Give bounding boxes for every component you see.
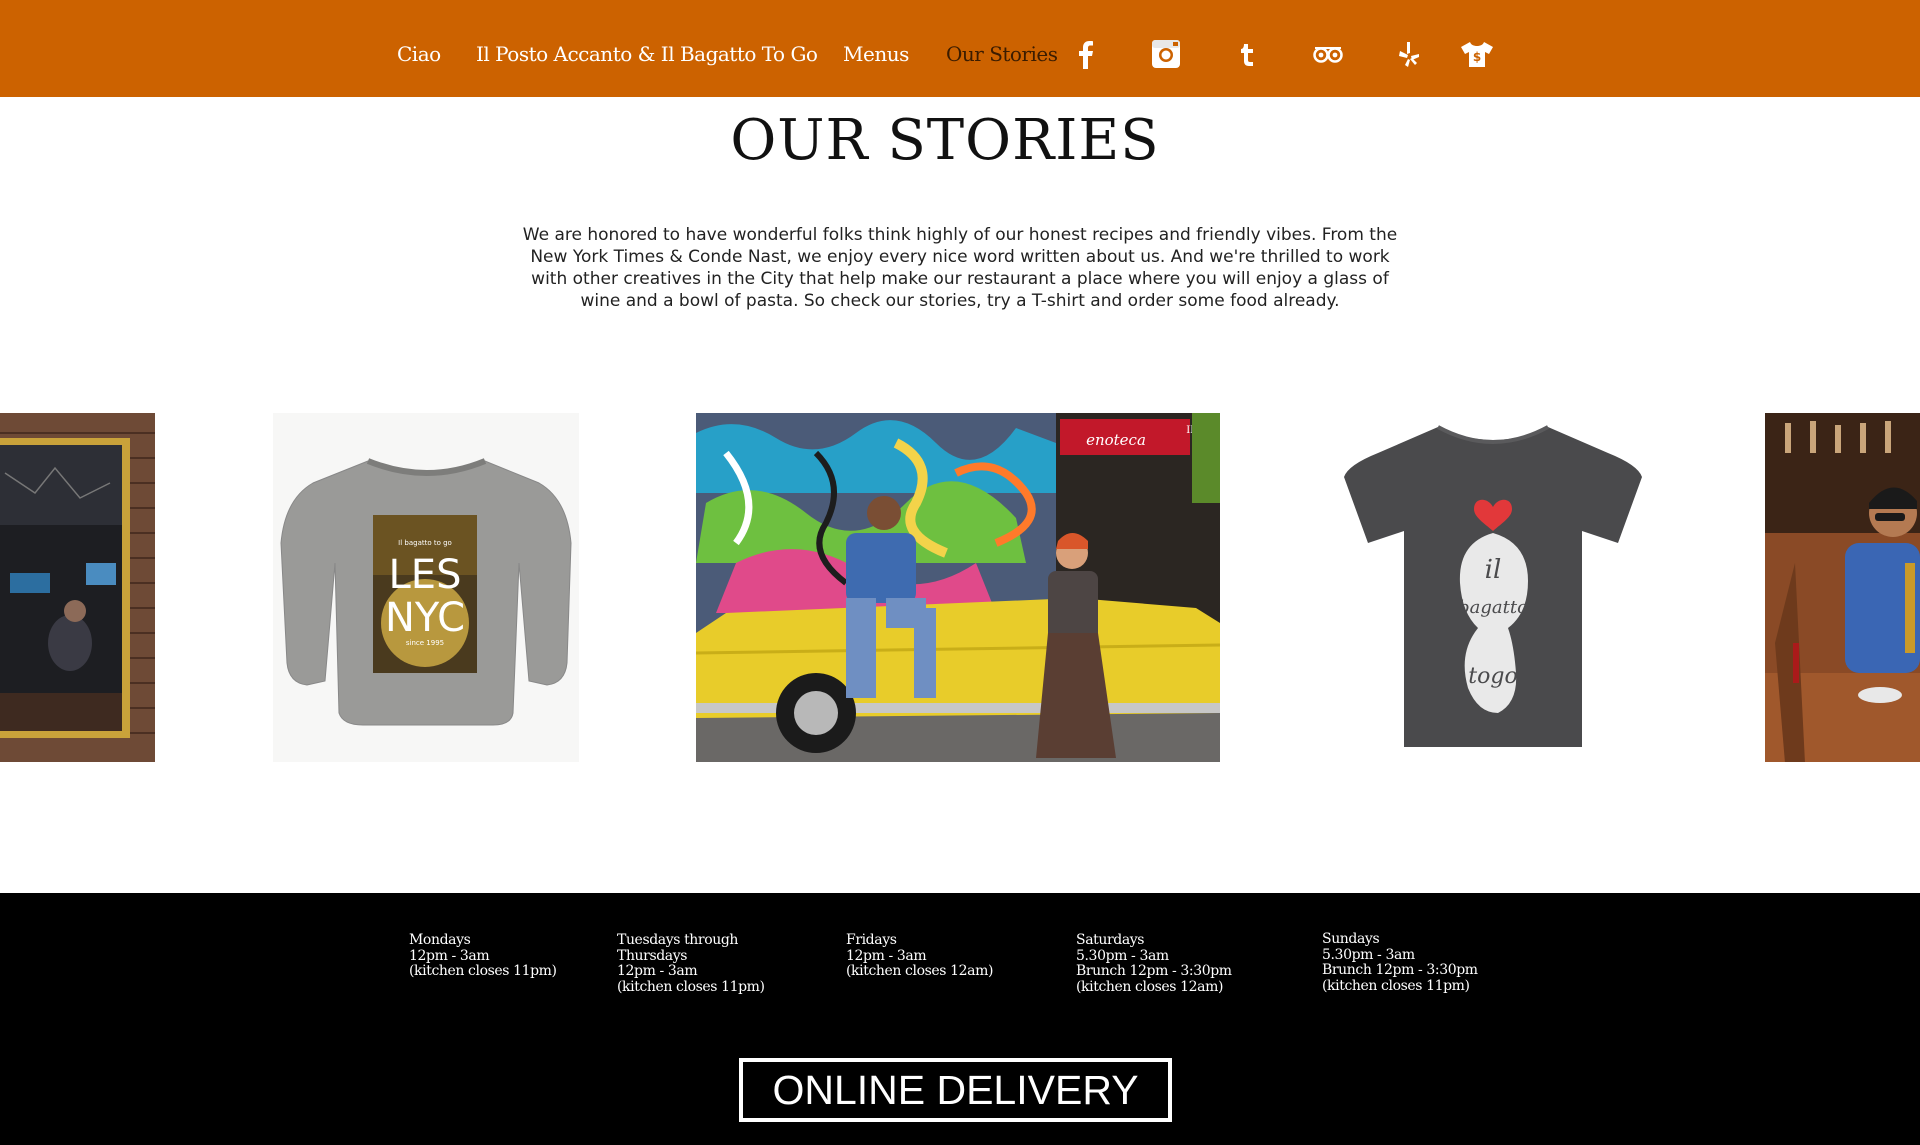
awning-text: enoteca — [1086, 431, 1146, 449]
nav-link-il-posto-accanto[interactable]: Il Posto Accanto & Il Bagatto To Go — [476, 40, 818, 68]
footer: Mondays 12pm - 3am (kitchen closes 11pm)… — [0, 893, 1920, 1145]
hours-day: Saturdays — [1076, 932, 1145, 948]
hours-saturdays: Saturdays 5.30pm - 3am Brunch 12pm - 3:3… — [1076, 932, 1232, 995]
tripadvisor-icon[interactable] — [1311, 37, 1345, 71]
svg-text:$: $ — [1473, 50, 1481, 64]
hours-fridays: Fridays 12pm - 3am (kitchen closes 12am) — [846, 932, 994, 980]
facebook-icon[interactable] — [1068, 37, 1102, 71]
instagram-icon[interactable] — [1149, 37, 1183, 71]
hours-line: Thursdays — [617, 947, 688, 964]
sweatshirt-les-text: LES — [389, 552, 462, 598]
nav-link-our-stories[interactable]: Our Stories — [946, 40, 1058, 68]
yelp-icon[interactable] — [1392, 37, 1426, 71]
hours-line: 5.30pm - 3am — [1322, 946, 1415, 963]
nav-link-menus[interactable]: Menus — [843, 40, 909, 68]
tshirt-shop-icon[interactable]: $ — [1460, 37, 1494, 71]
hours-line: Brunch 12pm - 3:30pm — [1322, 962, 1478, 979]
hours-line: 12pm - 3am — [617, 963, 698, 980]
online-delivery-button[interactable]: ONLINE DELIVERY — [739, 1058, 1172, 1122]
hours-line: 12pm - 3am — [409, 947, 490, 964]
stories-gallery: Il bagatto to go LES NYC since 1995 enot… — [0, 413, 1920, 762]
hours-sundays: Sundays 5.30pm - 3am Brunch 12pm - 3:30p… — [1322, 931, 1478, 994]
page-title: OUR STORIES — [730, 108, 1160, 173]
intro-text: We are honored to have wonderful folks t… — [522, 225, 1398, 311]
hours-line: (kitchen closes 11pm) — [409, 963, 557, 980]
tshirt-il-text: il — [1485, 555, 1502, 585]
hours-line: 5.30pm - 3am — [1076, 947, 1169, 964]
gallery-image-sweatshirt[interactable]: Il bagatto to go LES NYC since 1995 — [273, 413, 579, 762]
hours-line: (kitchen closes 12am) — [1076, 978, 1224, 995]
tshirt-bagatto-text: bagatto — [1458, 597, 1528, 618]
hours-line: (kitchen closes 11pm) — [617, 978, 765, 995]
tumblr-icon[interactable] — [1230, 37, 1264, 71]
hours-line: 12pm - 3am — [846, 947, 927, 964]
hours-day: Fridays — [846, 932, 897, 948]
sweatshirt-small-text: Il bagatto to go — [398, 539, 452, 547]
nav-link-ciao[interactable]: Ciao — [397, 40, 441, 68]
gallery-image-owners-yellow-car[interactable]: enoteca IL POS — [696, 413, 1220, 762]
tshirt-togo-text: togo — [1468, 664, 1517, 689]
gallery-image-tshirt[interactable]: il bagatto togo — [1338, 413, 1648, 762]
hours-mondays: Mondays 12pm - 3am (kitchen closes 11pm) — [409, 932, 557, 980]
hours-line: Brunch 12pm - 3:30pm — [1076, 963, 1232, 980]
hours-line: (kitchen closes 11pm) — [1322, 977, 1470, 994]
hours-line: (kitchen closes 12am) — [846, 963, 994, 980]
sweatshirt-nyc-text: NYC — [385, 595, 465, 641]
top-nav-bar: Ciao Il Posto Accanto & Il Bagatto To Go… — [0, 0, 1920, 97]
sweatshirt-since-text: since 1995 — [406, 639, 444, 647]
hours-day: Mondays — [409, 932, 471, 948]
gallery-image-man-at-bar[interactable] — [1765, 413, 1920, 762]
hours-day: Sundays — [1322, 931, 1380, 947]
gallery-image-bar-interior[interactable] — [0, 413, 155, 762]
hours-day: Tuesdays through — [617, 932, 739, 948]
hours-tuesdays-thursdays: Tuesdays through Thursdays 12pm - 3am (k… — [617, 932, 765, 995]
